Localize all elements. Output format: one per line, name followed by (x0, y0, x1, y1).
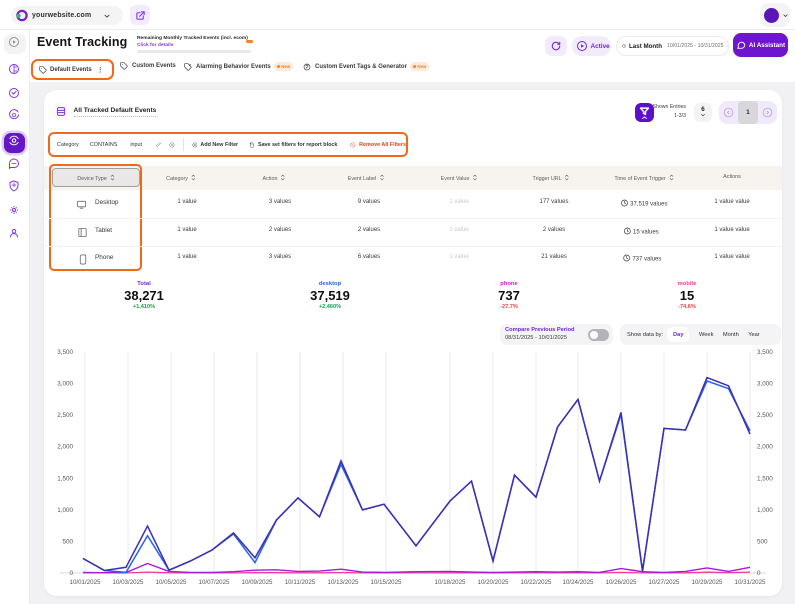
svg-text:500: 500 (62, 538, 73, 545)
svg-text:1,500: 1,500 (757, 475, 773, 482)
svg-text:10/27/2025: 10/27/2025 (649, 579, 681, 586)
svg-text:10/13/2025: 10/13/2025 (328, 579, 360, 586)
svg-text:1,000: 1,000 (57, 507, 73, 514)
svg-text:2,500: 2,500 (57, 412, 73, 419)
svg-text:3,000: 3,000 (57, 381, 73, 388)
svg-text:2,000: 2,000 (757, 444, 773, 451)
svg-text:10/05/2025: 10/05/2025 (156, 579, 188, 586)
svg-text:10/20/2025: 10/20/2025 (478, 579, 510, 586)
svg-text:3,000: 3,000 (757, 381, 773, 388)
svg-text:500: 500 (757, 538, 768, 545)
svg-text:10/31/2025: 10/31/2025 (735, 579, 767, 586)
svg-text:10/01/2025: 10/01/2025 (70, 579, 102, 586)
svg-text:10/18/2025: 10/18/2025 (435, 579, 467, 586)
svg-text:3,500: 3,500 (57, 349, 73, 356)
svg-text:3,500: 3,500 (757, 349, 773, 356)
svg-text:10/09/2025: 10/09/2025 (242, 579, 274, 586)
svg-text:2,000: 2,000 (57, 444, 73, 451)
svg-text:10/07/2025: 10/07/2025 (199, 579, 231, 586)
svg-text:0: 0 (69, 570, 73, 577)
svg-text:10/26/2025: 10/26/2025 (606, 579, 638, 586)
svg-text:10/22/2025: 10/22/2025 (521, 579, 553, 586)
svg-text:10/11/2025: 10/11/2025 (285, 579, 316, 586)
svg-text:1,500: 1,500 (57, 475, 73, 482)
svg-text:2,500: 2,500 (757, 412, 773, 419)
svg-text:10/24/2025: 10/24/2025 (563, 579, 595, 586)
svg-text:1,000: 1,000 (757, 507, 773, 514)
svg-text:10/29/2025: 10/29/2025 (692, 579, 724, 586)
svg-text:0: 0 (757, 570, 761, 577)
svg-text:10/03/2025: 10/03/2025 (113, 579, 145, 586)
svg-text:10/15/2025: 10/15/2025 (371, 579, 403, 586)
